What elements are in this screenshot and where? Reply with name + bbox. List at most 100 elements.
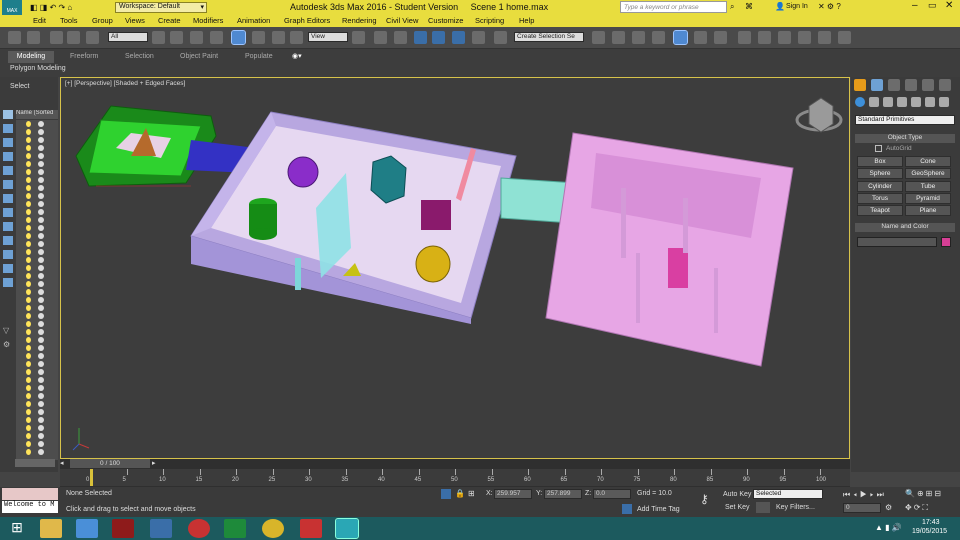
visibility-bulb-icon[interactable] xyxy=(26,329,31,335)
explorer-footer[interactable] xyxy=(15,459,55,467)
scene-object-row[interactable] xyxy=(18,232,56,240)
scene-render[interactable] xyxy=(61,78,849,458)
display-lights-icon[interactable] xyxy=(3,166,13,175)
track-bar[interactable]: 0 5 10 15 20 25 30 35 40 45 50 55 60 65 70 75 80 85 90 95 10… xyxy=(60,469,850,486)
display-containers-icon[interactable] xyxy=(3,264,13,273)
isolate-selection-icon[interactable] xyxy=(441,489,451,499)
pivot-point-icon[interactable] xyxy=(352,31,365,44)
teapot-button[interactable]: Teapot xyxy=(857,205,903,216)
box-button[interactable]: Box xyxy=(857,156,903,167)
tab-object-paint[interactable]: Object Paint xyxy=(180,53,218,60)
time-config-icon[interactable]: ⚙ xyxy=(885,503,892,512)
key-filter-icon[interactable] xyxy=(756,502,770,513)
nero-icon[interactable] xyxy=(188,519,210,538)
pyramid-button[interactable]: Pyramid xyxy=(905,193,951,204)
app-logo[interactable]: MAX xyxy=(2,0,22,15)
start-button[interactable]: ⊞ xyxy=(6,519,28,538)
visibility-bulb-icon[interactable] xyxy=(26,297,31,303)
filter-icon[interactable]: ▽ xyxy=(3,326,9,335)
shapes-category-icon[interactable] xyxy=(869,97,879,107)
visibility-bulb-icon[interactable] xyxy=(26,337,31,343)
viewcube-gizmo[interactable] xyxy=(795,97,843,133)
maximize-button[interactable]: ▭ xyxy=(928,0,937,11)
undo-quick-icon[interactable]: ◧ ◨ ↶ ↷ ⌂ xyxy=(30,3,72,12)
selection-lock-icon[interactable]: 🔒 xyxy=(455,489,465,498)
display-shapes-icon[interactable] xyxy=(3,152,13,161)
scene-object-row[interactable] xyxy=(18,416,56,424)
central-room-object[interactable] xyxy=(190,111,517,324)
messenger-icon[interactable] xyxy=(150,519,172,538)
scene-object-row[interactable] xyxy=(18,280,56,288)
select-by-name-icon[interactable] xyxy=(170,31,183,44)
time-slider-marker[interactable] xyxy=(90,469,93,486)
selection-filter-dropdown[interactable]: All xyxy=(108,32,148,42)
current-frame-field[interactable]: 0 xyxy=(843,503,881,513)
scene-object-row[interactable] xyxy=(18,424,56,432)
scene-object-row[interactable] xyxy=(18,248,56,256)
scene-object-row[interactable] xyxy=(18,224,56,232)
cylinder-button[interactable]: Cylinder xyxy=(857,181,903,192)
visibility-bulb-icon[interactable] xyxy=(26,385,31,391)
tab-freeform[interactable]: Freeform xyxy=(70,53,98,60)
scene-object-row[interactable] xyxy=(18,352,56,360)
scene-object-row[interactable] xyxy=(18,208,56,216)
close-button[interactable]: ✕ xyxy=(945,0,953,11)
object-name-input[interactable] xyxy=(857,237,937,247)
scene-object-row[interactable] xyxy=(18,168,56,176)
unlink-icon[interactable] xyxy=(67,31,80,44)
nav-zoom-icon[interactable]: 🔍⊕⊞⊟ xyxy=(905,489,943,498)
ribbon-options-icon[interactable]: ◉▾ xyxy=(292,52,302,60)
visibility-bulb-icon[interactable] xyxy=(26,137,31,143)
spacewarps-category-icon[interactable] xyxy=(925,97,935,107)
menu-edit[interactable]: Edit xyxy=(33,16,46,25)
select-object-icon[interactable] xyxy=(152,31,165,44)
cone-button[interactable]: Cone xyxy=(905,156,951,167)
tab-populate[interactable]: Populate xyxy=(245,53,273,60)
scene-object-row[interactable] xyxy=(18,160,56,168)
visibility-bulb-icon[interactable] xyxy=(26,425,31,431)
visibility-bulb-icon[interactable] xyxy=(26,433,31,439)
layer-explorer-icon[interactable] xyxy=(632,31,645,44)
menu-tools[interactable]: Tools xyxy=(60,16,78,25)
scene-object-row[interactable] xyxy=(18,344,56,352)
scene-object-row[interactable] xyxy=(18,128,56,136)
display-bones-icon[interactable] xyxy=(3,250,13,259)
visibility-bulb-icon[interactable] xyxy=(26,161,31,167)
scene-select-label[interactable]: Select xyxy=(10,83,29,90)
perspective-viewport[interactable]: [+] [Perspective] [Shaded + Edged Faces] xyxy=(60,77,850,459)
display-frozen-icon[interactable] xyxy=(3,278,13,287)
geometry-category-icon[interactable] xyxy=(855,97,865,107)
visibility-bulb-icon[interactable] xyxy=(26,145,31,151)
scene-object-row[interactable] xyxy=(18,448,56,456)
key-icon[interactable]: ⚷ xyxy=(700,492,709,506)
visibility-bulb-icon[interactable] xyxy=(26,273,31,279)
scene-object-row[interactable] xyxy=(18,144,56,152)
systems-category-icon[interactable] xyxy=(939,97,949,107)
scene-object-row[interactable] xyxy=(18,320,56,328)
visibility-bulb-icon[interactable] xyxy=(26,169,31,175)
menu-civil-view[interactable]: Civil View xyxy=(386,16,418,25)
chrome-icon[interactable] xyxy=(262,519,284,538)
scene-object-row[interactable] xyxy=(18,400,56,408)
visibility-bulb-icon[interactable] xyxy=(26,225,31,231)
visibility-bulb-icon[interactable] xyxy=(26,401,31,407)
y-coordinate-field[interactable]: 257.899 xyxy=(544,489,582,499)
clock-time[interactable]: 17:43 xyxy=(922,519,940,526)
spinner-snap-icon[interactable] xyxy=(472,31,485,44)
sphere-button[interactable]: Sphere xyxy=(857,168,903,179)
sign-in-link[interactable]: Sign In xyxy=(786,3,808,10)
menu-group[interactable]: Group xyxy=(92,16,113,25)
utilities-tab-icon[interactable] xyxy=(939,79,951,91)
edit-named-selection-icon[interactable] xyxy=(494,31,507,44)
lights-category-icon[interactable] xyxy=(883,97,893,107)
scene-object-row[interactable] xyxy=(18,136,56,144)
named-selection-dropdown[interactable]: Create Selection Se xyxy=(514,32,584,42)
visibility-bulb-icon[interactable] xyxy=(26,449,31,455)
object-type-rollout[interactable]: Object Type xyxy=(855,134,955,143)
visibility-bulb-icon[interactable] xyxy=(26,377,31,383)
cameras-category-icon[interactable] xyxy=(897,97,907,107)
solidworks-icon[interactable] xyxy=(300,519,322,538)
window-crossing-icon[interactable] xyxy=(210,31,223,44)
visibility-bulb-icon[interactable] xyxy=(26,417,31,423)
scene-object-row[interactable] xyxy=(18,312,56,320)
